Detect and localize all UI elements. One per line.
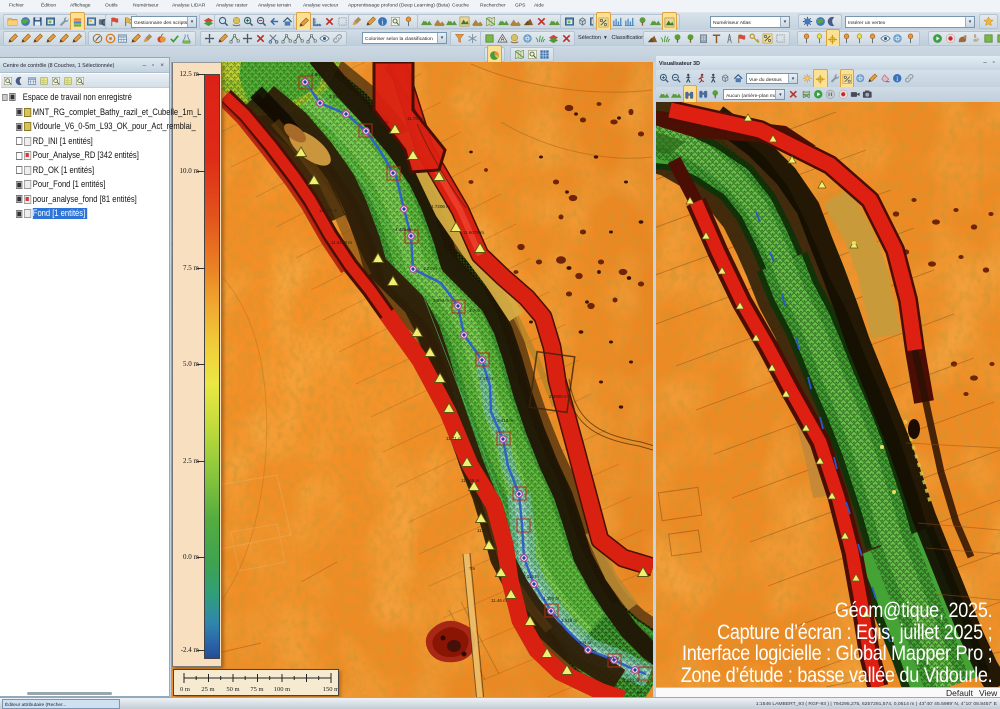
svg-text:0 m: 0 m [180,686,190,693]
svg-text:1.607 m: 1.607 m [603,656,620,661]
svg-text:3.952 m: 3.952 m [329,94,346,99]
svg-text:25 m: 25 m [201,686,214,693]
svg-text:11.8 m: 11.8 m [477,528,491,533]
svg-text:11.5193 m: 11.5193 m [331,240,352,245]
svg-text:11.7206 m: 11.7206 m [429,204,450,209]
svg-text:100 m: 100 m [274,686,290,693]
svg-text:4.435 m: 4.435 m [395,227,412,232]
svg-text:150 m: 150 m [323,686,338,693]
svg-text:50 m: 50 m [226,686,239,693]
svg-text:99: 99 [637,690,643,695]
svg-text:3.994 m: 3.994 m [433,298,450,303]
svg-text:4.907 m: 4.907 m [311,72,328,77]
svg-text:1.294 m: 1.294 m [575,640,592,645]
svg-text:11.71 m: 11.71 m [446,436,462,441]
svg-text:2.9908 m: 2.9908 m [549,394,568,399]
svg-text:11.75 m: 11.75 m [407,116,423,121]
svg-text:11.968 m: 11.968 m [461,478,480,483]
svg-text:3.413 m: 3.413 m [497,418,514,423]
svg-text:3.7 m: 3.7 m [469,308,481,313]
svg-text:1.23 m: 1.23 m [423,266,437,271]
svg-text:5.06 m: 5.06 m [374,120,388,125]
svg-text:7m: 7m [469,566,476,571]
svg-text:2.114 m: 2.114 m [523,574,539,579]
svg-text:75 m: 75 m [250,686,263,693]
svg-text:3.17 m: 3.17 m [479,376,493,381]
svg-text:1.624 m: 1.624 m [623,678,640,683]
svg-text:11.6079 m: 11.6079 m [463,230,484,235]
svg-text:11.46 m: 11.46 m [491,598,507,603]
svg-text:11.303 m: 11.303 m [319,208,338,213]
svg-text:1.399 m: 1.399 m [543,596,560,601]
svg-text:2.919 m: 2.919 m [561,618,578,623]
